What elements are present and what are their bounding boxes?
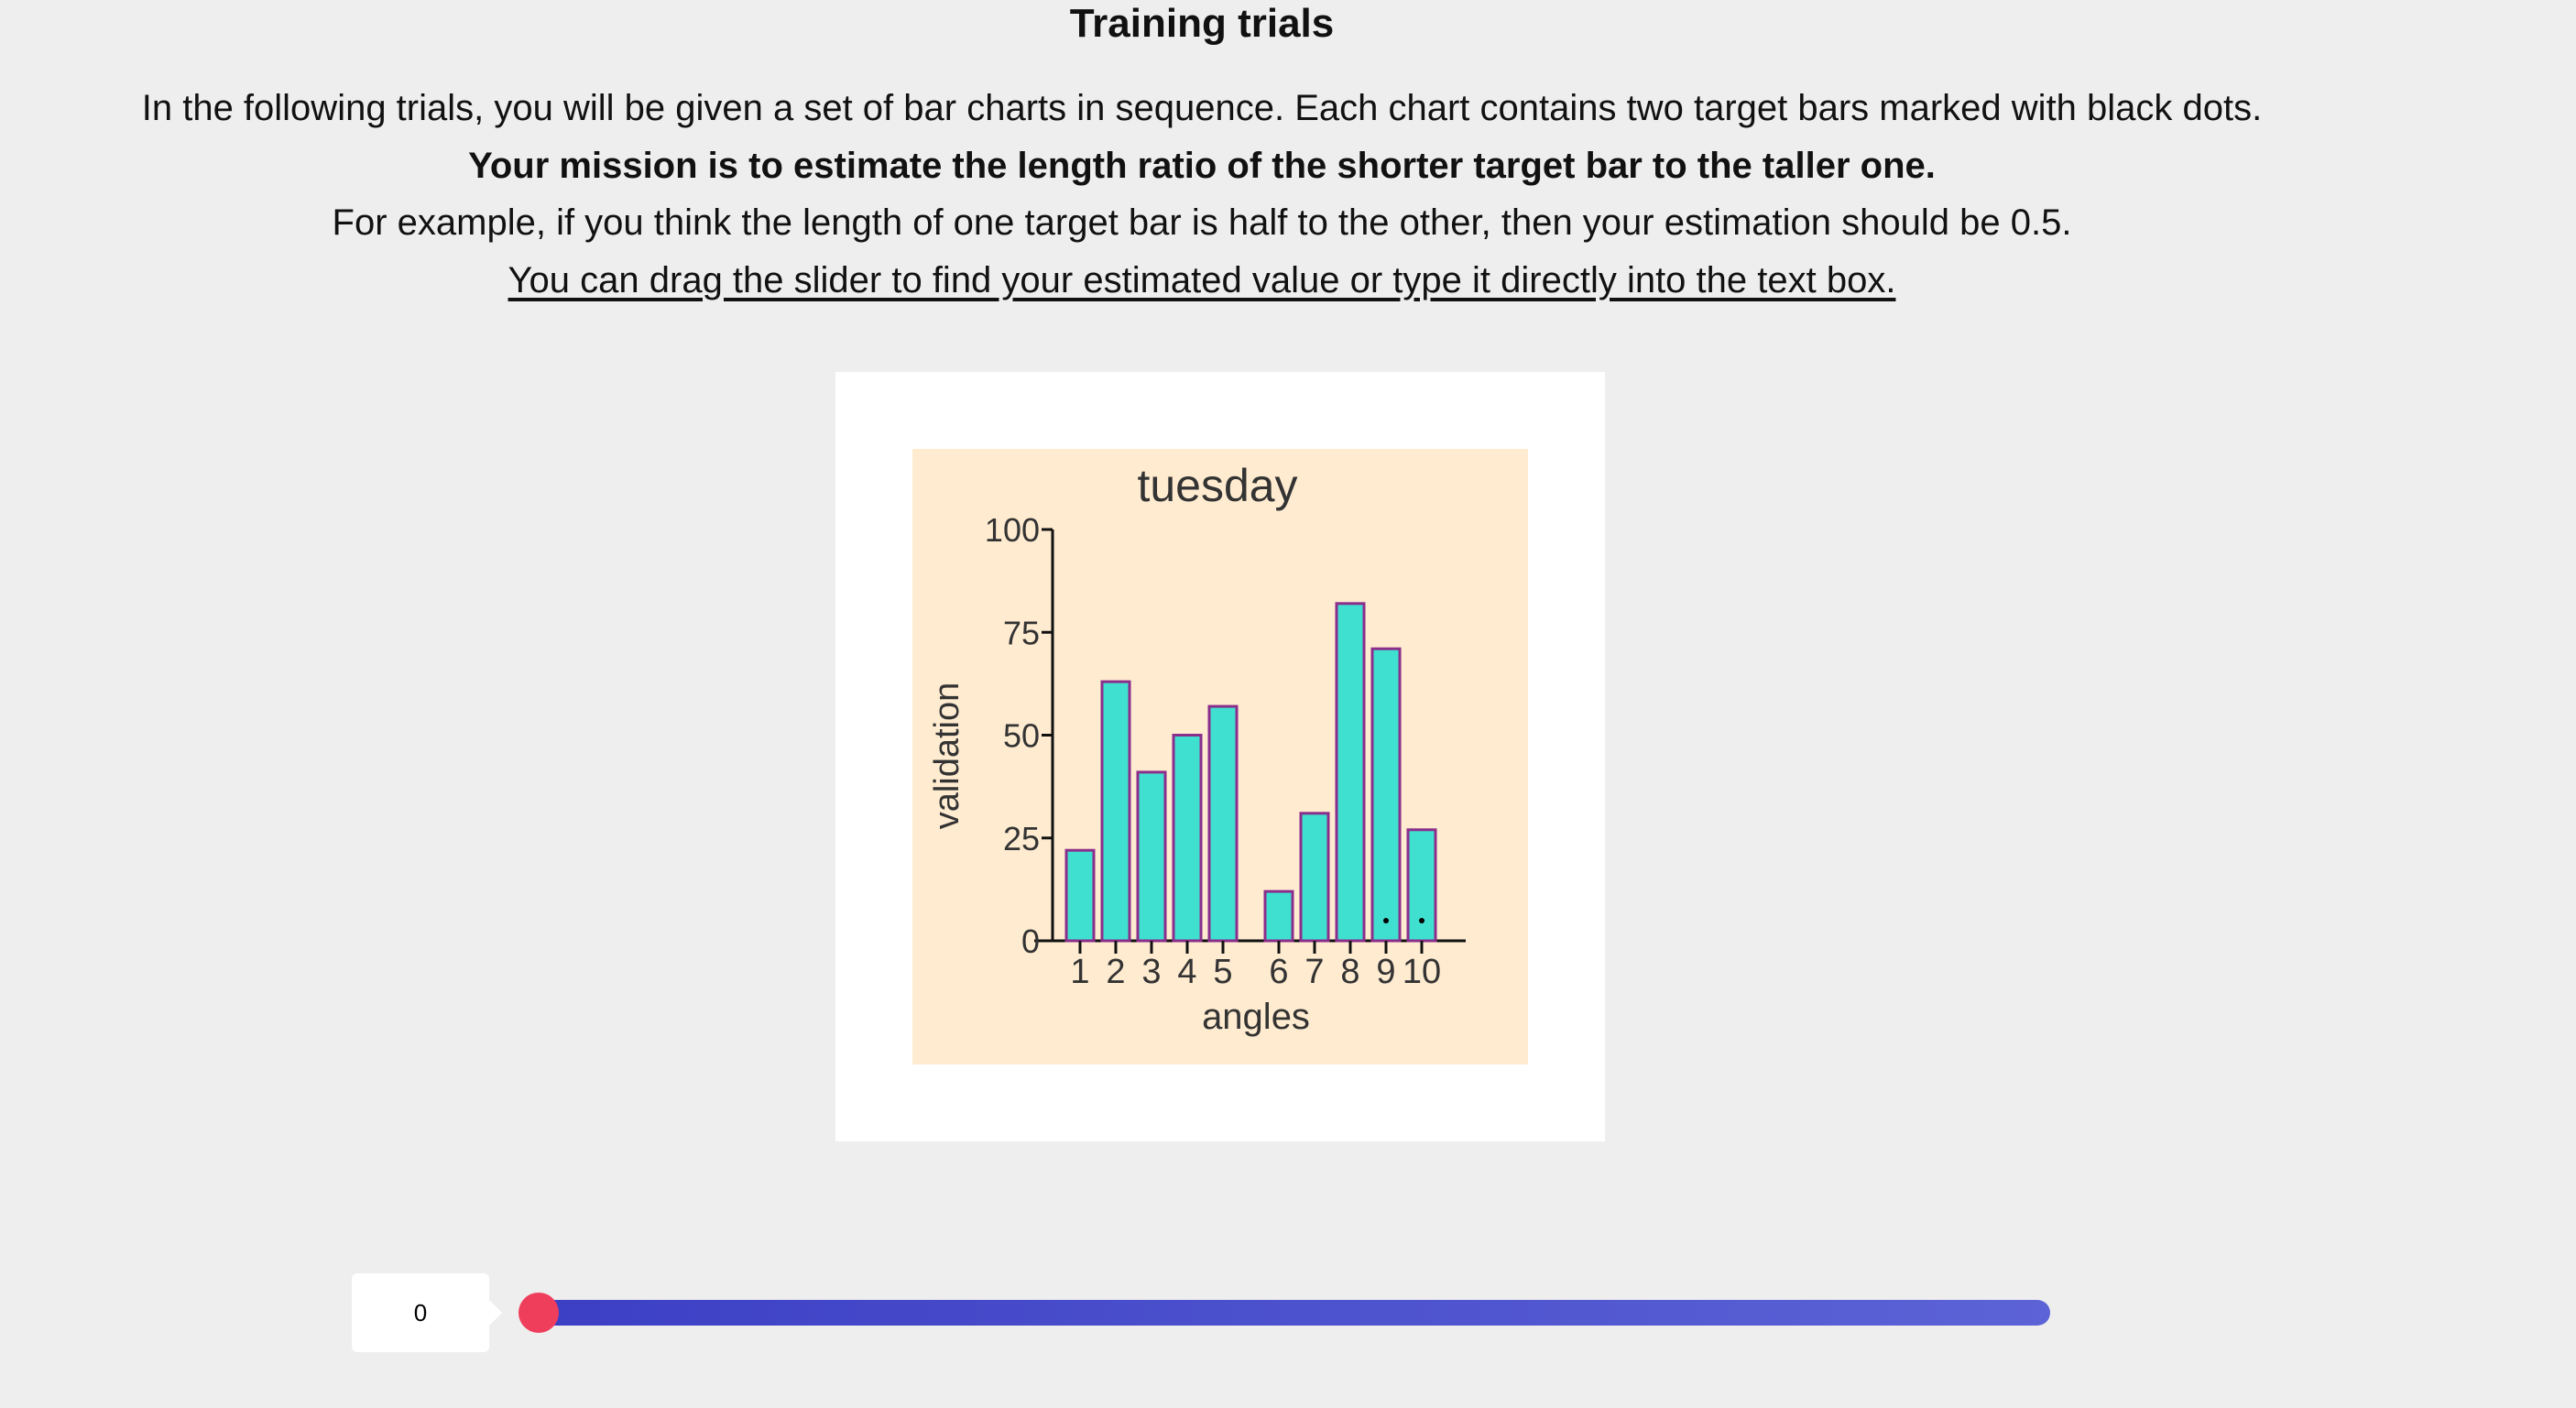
instruction-slider-hint: You can drag the slider to find your est… [508,260,1896,300]
target-dot-9 [1383,918,1389,923]
page-title: Training trials [1069,1,1335,46]
y-tick-label: 25 [1003,820,1040,857]
estimate-slider-track[interactable] [537,1300,2050,1326]
bar-chart-svg: tuesday angles validation 02550751001 2 3 4… [928,460,1466,1037]
instruction-mission: Your mission is to estimate the length r… [468,146,1936,186]
bar-6 [1263,890,1294,943]
bar-10 [1406,828,1437,943]
chart-title: tuesday [1137,460,1297,511]
estimate-input[interactable] [352,1297,489,1328]
bar-5 [1207,704,1239,943]
bar-9 [1370,647,1402,943]
x-tick-label: 2 [1106,953,1125,991]
x-tick-label: 7 [1304,953,1324,991]
estimate-value-box[interactable] [352,1273,502,1352]
chart-y-axis-label: validation [928,682,966,830]
chart-x-axis-label: angles [1202,997,1310,1037]
bar-1 [1064,848,1096,943]
chart-card: tuesday angles validation 0 25 50 75 100 1 2 3 4… [835,372,1605,1141]
x-tick-label: 10 [1403,953,1441,991]
bar-7 [1299,812,1330,943]
x-tick-label: 3 [1141,953,1161,991]
target-dot-10 [1419,918,1424,923]
y-tick-label: 100 [985,511,1040,549]
training-page: Training trials In the following trials,… [0,0,2576,1408]
y-tick-label: 50 [1003,717,1040,755]
y-tick-label: 75 [1003,614,1040,651]
bar-2 [1100,680,1131,943]
estimate-slider-thumb[interactable] [518,1293,559,1333]
x-tick-label: 4 [1177,953,1196,991]
x-tick-label: 5 [1213,953,1232,991]
instruction-line-1: In the following trials, you will be giv… [141,88,2263,128]
y-tick-label: 0 [1021,922,1040,960]
bar-3 [1136,770,1167,943]
x-tick-label: 8 [1340,953,1359,991]
bar-4 [1172,734,1203,943]
bar-8 [1335,602,1366,943]
x-tick-label: 6 [1269,953,1288,991]
chart-marks: 0 25 50 75 100 1 2 3 4 5 6 7 8 9 10 [985,511,1466,991]
x-tick-label: 9 [1376,953,1395,991]
x-tick-label: 1 [1070,953,1089,991]
instruction-example: For example, if you think the length of … [332,202,2072,243]
bar-chart: tuesday angles validation 0 25 50 75 100 1 2 3 4… [912,449,1528,1064]
